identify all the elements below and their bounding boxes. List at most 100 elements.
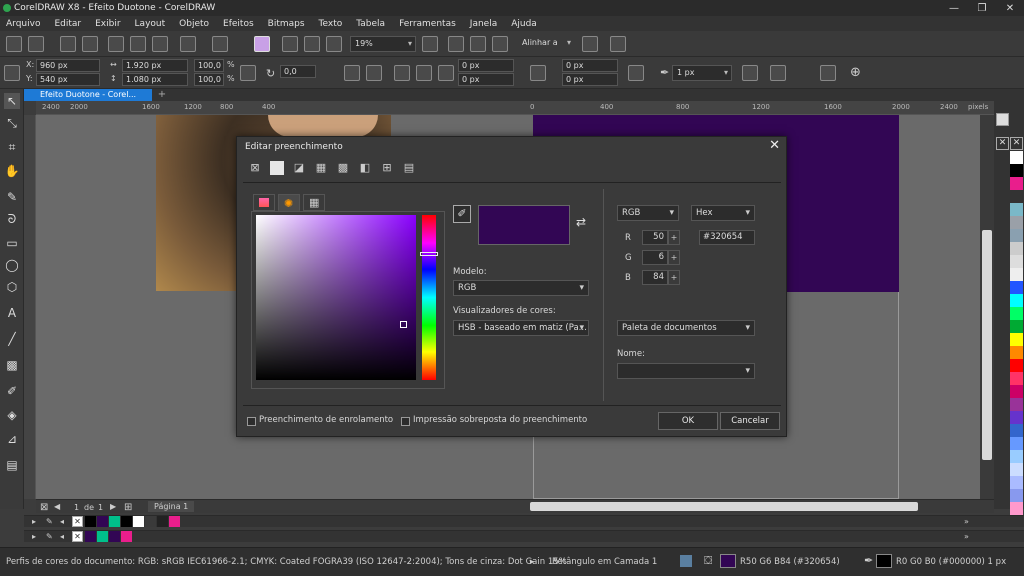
- palette-swatch[interactable]: [1010, 164, 1023, 177]
- bitmap-pattern-fill-icon[interactable]: ▩: [336, 161, 350, 175]
- scalloped-corner-icon[interactable]: [416, 65, 432, 81]
- color-palettes-tab[interactable]: ▦: [303, 194, 325, 211]
- menu-editar[interactable]: Editar: [54, 19, 81, 29]
- minimize-button[interactable]: —: [940, 0, 968, 16]
- prev-page-icon[interactable]: ◀: [54, 502, 60, 511]
- redo-icon[interactable]: [212, 36, 228, 52]
- pick-tool-icon[interactable]: ↖: [4, 93, 20, 109]
- menu-ajuda[interactable]: Ajuda: [511, 19, 537, 29]
- save-icon[interactable]: [60, 36, 76, 52]
- palette-swatch[interactable]: [1010, 502, 1023, 515]
- menu-bitmaps[interactable]: Bitmaps: [268, 19, 305, 29]
- saturation-brightness-field[interactable]: [256, 215, 416, 380]
- blue-value-field[interactable]: 84: [642, 270, 668, 285]
- palette-swatch[interactable]: [1010, 489, 1023, 502]
- palette-swatch[interactable]: [1010, 255, 1023, 268]
- palette-select[interactable]: Paleta de documentos: [617, 320, 755, 336]
- no-color-swatch[interactable]: ✕: [72, 531, 83, 542]
- palette-swatch[interactable]: [1010, 281, 1023, 294]
- menu-objeto[interactable]: Objeto: [179, 19, 209, 29]
- color-harmonies-tab[interactable]: ✺: [278, 194, 300, 211]
- palette-swatch[interactable]: [97, 531, 108, 542]
- maximize-button[interactable]: ❐: [968, 0, 996, 16]
- transparency-tool-icon[interactable]: ▩: [4, 357, 20, 373]
- palette-swatch[interactable]: [1010, 411, 1023, 424]
- crop-tool-icon[interactable]: ⌗: [4, 139, 20, 155]
- palette-swatch[interactable]: [1010, 203, 1023, 216]
- palette-swatch[interactable]: [121, 531, 132, 542]
- corner-radius-top-right[interactable]: 0 px: [562, 59, 618, 72]
- color-space-select[interactable]: RGB: [617, 205, 679, 221]
- open-folder-icon[interactable]: [28, 36, 44, 52]
- menu-tabela[interactable]: Tabela: [356, 19, 385, 29]
- artistic-media-tool-icon[interactable]: ᘐ: [4, 211, 20, 227]
- ok-button[interactable]: OK: [658, 412, 718, 430]
- hue-slider-handle[interactable]: [420, 252, 438, 256]
- zoom-level-select[interactable]: 19%: [350, 36, 416, 52]
- freehand-tool-icon[interactable]: ✎: [4, 189, 20, 205]
- rectangle-tool-icon[interactable]: ▭: [4, 235, 20, 251]
- show-rulers-icon[interactable]: [448, 36, 464, 52]
- color-viewer-tab[interactable]: [253, 194, 275, 211]
- palette-menu-icon[interactable]: ▸: [32, 532, 36, 541]
- palette-swatch[interactable]: [1010, 333, 1023, 346]
- width-field[interactable]: 1.920 px: [122, 59, 188, 72]
- fountain-fill-icon[interactable]: ◪: [292, 161, 306, 175]
- show-guidelines-icon[interactable]: [492, 36, 508, 52]
- options-gear-icon[interactable]: [582, 36, 598, 52]
- menu-ferramentas[interactable]: Ferramentas: [399, 19, 456, 29]
- add-page-icon[interactable]: ⊞: [124, 502, 132, 513]
- palette-swatch[interactable]: [1010, 307, 1023, 320]
- next-page-icon[interactable]: ▶: [110, 502, 116, 511]
- two-color-pattern-fill-icon[interactable]: ◧: [358, 161, 372, 175]
- corner-radius-top-left[interactable]: 0 px: [458, 59, 514, 72]
- palette-scroll-right-icon[interactable]: »: [964, 532, 969, 541]
- search-content-icon[interactable]: [254, 36, 270, 52]
- palette-swatch[interactable]: [97, 516, 108, 527]
- palette-swatch[interactable]: [1010, 359, 1023, 372]
- palette-swatch[interactable]: [1010, 372, 1023, 385]
- copy-icon[interactable]: [130, 36, 146, 52]
- texture-fill-icon[interactable]: ⊞: [380, 161, 394, 175]
- connector-tool-icon[interactable]: ╱: [4, 331, 20, 347]
- rotation-field[interactable]: 0,0: [280, 65, 316, 78]
- green-value-field[interactable]: 6: [642, 250, 668, 265]
- menu-arquivo[interactable]: Arquivo: [6, 19, 40, 29]
- code-format-select[interactable]: Hex: [691, 205, 755, 221]
- color-profile-status[interactable]: Perfis de cores do documento: RGB: sRGB …: [6, 557, 567, 567]
- palette-swatch[interactable]: [1010, 346, 1023, 359]
- palette-swatch[interactable]: [1010, 151, 1023, 164]
- blue-spinner[interactable]: +: [668, 270, 680, 285]
- page-tab-1[interactable]: Página 1: [148, 501, 195, 512]
- scale-width-field[interactable]: 100,0: [194, 59, 224, 72]
- color-name-select[interactable]: [617, 363, 755, 379]
- close-window-button[interactable]: ✕: [996, 0, 1024, 16]
- relative-corner-scaling-icon[interactable]: [628, 65, 644, 81]
- show-grid-icon[interactable]: [470, 36, 486, 52]
- publish-pdf-icon[interactable]: [326, 36, 342, 52]
- palette-swatch[interactable]: [109, 516, 120, 527]
- palette-swatch[interactable]: [133, 516, 144, 527]
- palette-swatch[interactable]: [1010, 476, 1023, 489]
- snap-to-select[interactable]: Alinhar a: [518, 36, 574, 52]
- shape-tool-icon[interactable]: ⤡: [4, 115, 20, 131]
- add-icon[interactable]: ⊕: [850, 65, 861, 80]
- vector-pattern-fill-icon[interactable]: ▦: [314, 161, 328, 175]
- no-color-swatch[interactable]: ✕: [1010, 137, 1023, 150]
- palette-swatch[interactable]: [1010, 268, 1023, 281]
- color-model-select[interactable]: RGB: [453, 280, 589, 296]
- lock-ratio-icon[interactable]: [240, 65, 256, 81]
- smart-fill-tool-icon[interactable]: ⊿: [4, 431, 20, 447]
- vertical-scrollbar-thumb[interactable]: [982, 230, 992, 460]
- outline-width-select[interactable]: 1 px: [672, 65, 732, 81]
- vertical-ruler[interactable]: [24, 115, 36, 499]
- chamfered-corner-icon[interactable]: [438, 65, 454, 81]
- red-value-field[interactable]: 50: [642, 230, 668, 245]
- wrap-fill-checkbox[interactable]: [247, 417, 256, 426]
- overprint-fill-checkbox[interactable]: [401, 417, 410, 426]
- interactive-fill-tool-icon[interactable]: ◈: [4, 407, 20, 423]
- export-icon[interactable]: [304, 36, 320, 52]
- eyedropper-icon[interactable]: ✐: [453, 205, 471, 223]
- hue-slider[interactable]: [422, 215, 436, 380]
- menu-janela[interactable]: Janela: [470, 19, 497, 29]
